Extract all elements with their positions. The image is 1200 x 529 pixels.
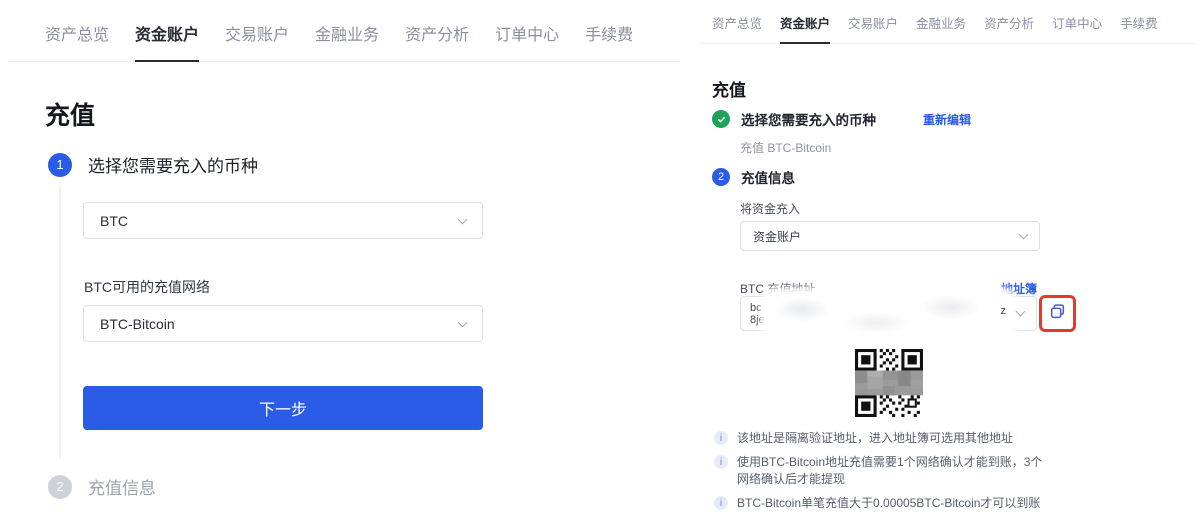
step1-header-done: 选择您需要充入的币种 重新编辑 [712, 109, 971, 129]
step1-check-icon [712, 110, 730, 128]
tab-asset-analysis[interactable]: 资产分析 [405, 21, 469, 60]
network-label: BTC可用的充值网络 [84, 277, 210, 297]
deposit-account-label: 将资金充入 [740, 200, 800, 217]
left-tab-bar: 资产总览 资金账户 交易账户 金融业务 资产分析 订单中心 手续费 [8, 0, 680, 62]
info-icon [714, 455, 728, 469]
tab-order-center[interactable]: 订单中心 [495, 21, 559, 60]
step2-number-badge: 2 [48, 475, 72, 499]
page-title: 充值 [712, 76, 746, 101]
tab-trading-account[interactable]: 交易账户 [848, 13, 898, 42]
currency-select-value: BTC [100, 213, 128, 229]
note-text: BTC-Bitcoin单笔充值大于0.00005BTC-Bitcoin才可以到账 [737, 495, 1040, 512]
right-panel: 资产总览 资金账户 交易账户 金融业务 资产分析 订单中心 手续费 充值 选择您… [700, 0, 1195, 529]
re-edit-link[interactable]: 重新编辑 [923, 111, 971, 128]
tab-financial-services[interactable]: 金融业务 [315, 21, 379, 60]
info-icon [714, 496, 728, 510]
next-step-button[interactable]: 下一步 [83, 386, 483, 430]
note-text: 该地址是隔离验证地址，进入地址簿可选用其他地址 [737, 430, 1013, 447]
step2-label: 充值信息 [741, 167, 795, 187]
tab-fees[interactable]: 手续费 [585, 21, 633, 60]
right-tab-bar: 资产总览 资金账户 交易账户 金融业务 资产分析 订单中心 手续费 [700, 0, 1195, 44]
tab-order-center[interactable]: 订单中心 [1052, 13, 1102, 42]
note-item: 使用BTC-Bitcoin地址充值需要1个网络确认才能到账，3个网络确认后才能提… [714, 454, 1054, 488]
network-select[interactable]: BTC-Bitcoin [83, 305, 483, 342]
chevron-down-icon [1019, 230, 1029, 240]
chevron-down-icon [458, 214, 468, 224]
deposit-account-value: 资金账户 [753, 228, 801, 245]
tab-asset-overview[interactable]: 资产总览 [712, 13, 762, 42]
left-panel: 资产总览 资金账户 交易账户 金融业务 资产分析 订单中心 手续费 充值 1 选… [0, 0, 680, 529]
deposit-page: 资产总览 资金账户 交易账户 金融业务 资产分析 订单中心 手续费 充值 1 选… [0, 0, 1200, 529]
chevron-down-icon [458, 317, 468, 327]
deposit-address-suffix: z [1001, 305, 1007, 317]
step1-summary: 充值 BTC-Bitcoin [740, 139, 831, 156]
tab-fees[interactable]: 手续费 [1120, 13, 1158, 42]
tab-asset-analysis[interactable]: 资产分析 [984, 13, 1034, 42]
step1-label: 选择您需要充入的币种 [741, 109, 876, 129]
qr-code [855, 349, 923, 417]
network-select-value: BTC-Bitcoin [100, 316, 175, 332]
note-item: BTC-Bitcoin单笔充值大于0.00005BTC-Bitcoin才可以到账 [714, 495, 1054, 512]
deposit-address-text: bc 8je [750, 302, 765, 326]
step-connector-line [59, 186, 61, 458]
page-title: 充值 [45, 96, 95, 132]
step2-header: 2 充值信息 [712, 167, 795, 187]
note-item: 该地址是隔离验证地址，进入地址簿可选用其他地址 [714, 430, 1054, 447]
note-text: 使用BTC-Bitcoin地址充值需要1个网络确认才能到账，3个网络确认后才能提… [737, 454, 1054, 488]
step1-header: 1 选择您需要充入的币种 [48, 152, 258, 177]
step2-number-badge: 2 [712, 168, 730, 186]
info-icon [714, 431, 728, 445]
deposit-address-select[interactable]: bc 8je z [740, 296, 1037, 331]
step1-number-badge: 1 [48, 153, 72, 177]
step2-header: 2 充值信息 [48, 474, 156, 499]
copy-icon [1049, 303, 1066, 325]
tab-trading-account[interactable]: 交易账户 [225, 21, 289, 60]
tab-asset-overview[interactable]: 资产总览 [45, 21, 109, 60]
tab-funding-account[interactable]: 资金账户 [780, 13, 830, 44]
notes-list: 该地址是隔离验证地址，进入地址簿可选用其他地址 使用BTC-Bitcoin地址充… [714, 430, 1054, 519]
tab-funding-account[interactable]: 资金账户 [135, 21, 199, 62]
chevron-down-icon [1016, 307, 1026, 317]
currency-select[interactable]: BTC [83, 202, 483, 239]
address-blur-overlay [765, 292, 1013, 336]
deposit-account-select[interactable]: 资金账户 [740, 221, 1040, 251]
step2-label: 充值信息 [88, 474, 156, 499]
step1-label: 选择您需要充入的币种 [88, 152, 258, 177]
tab-financial-services[interactable]: 金融业务 [916, 13, 966, 42]
copy-address-button[interactable] [1039, 295, 1076, 332]
